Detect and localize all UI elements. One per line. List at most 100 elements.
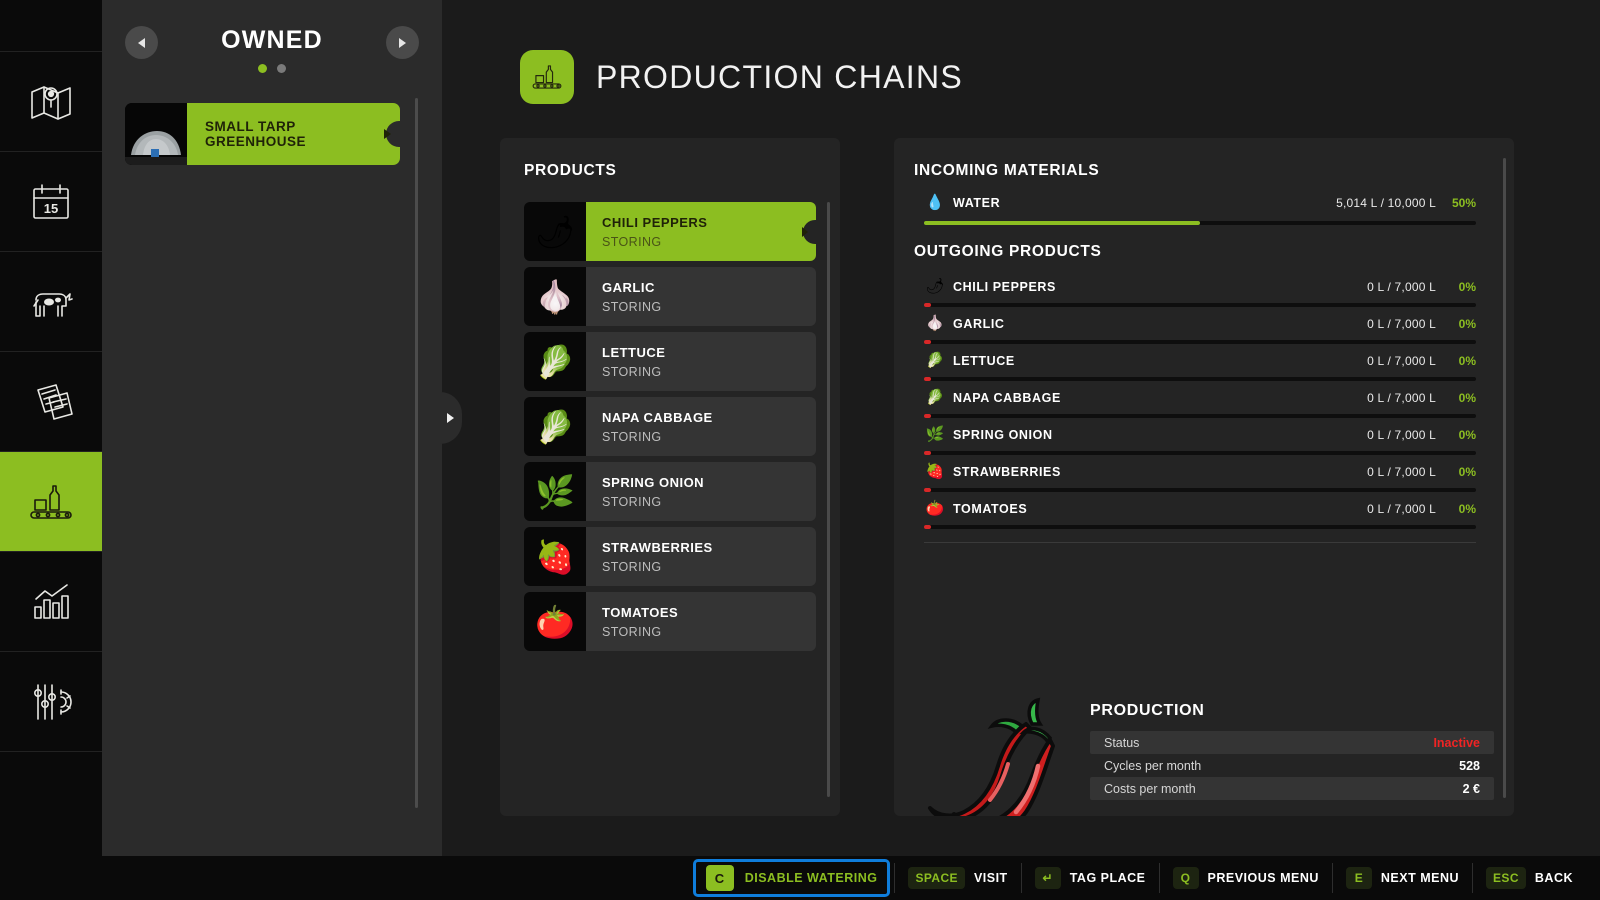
chevron-right-icon	[447, 413, 454, 423]
action-hint[interactable]: Q PREVIOUS MENU	[1159, 863, 1332, 893]
products-panel: PRODUCTS 🌶CHILI PEPPERSSTORING🧄GARLICSTO…	[500, 138, 840, 816]
product-body[interactable]: LETTUCESTORING	[586, 332, 816, 391]
product-body[interactable]: GARLIC STORING	[586, 267, 816, 326]
sidebar-item-statistics[interactable]	[0, 552, 102, 652]
key-badge: SPACE	[908, 867, 964, 889]
action-hint[interactable]: SPACE VISIT	[894, 863, 1020, 893]
product-thumbnail: 🌿	[524, 462, 586, 521]
owned-header: OWNED	[102, 0, 442, 90]
material-value: 0 L / 7,000 L	[1367, 280, 1436, 294]
chevron-right-icon	[384, 129, 391, 139]
chili-peppers-artwork	[914, 694, 1074, 816]
production-info-value: 2 €	[1463, 782, 1480, 796]
cow-icon	[25, 276, 77, 328]
action-hint-label: DISABLE WATERING	[745, 871, 878, 885]
material-icon: 🍅	[924, 501, 946, 516]
owned-place-row[interactable]: SMALL TARP GREENHOUSE	[125, 103, 400, 165]
material-progress-track	[924, 451, 1476, 455]
product-row[interactable]: 🥬LETTUCESTORING	[524, 332, 816, 391]
key-badge: Q	[1173, 867, 1199, 889]
owned-next-button[interactable]	[386, 26, 419, 59]
outgoing-product-row: 🍓STRAWBERRIES0 L / 7,000 L0%	[924, 462, 1476, 492]
material-percent: 0%	[1436, 502, 1476, 516]
action-hint[interactable]: CDISABLE WATERING	[693, 859, 891, 897]
material-progress-track	[924, 414, 1476, 418]
production-info-key: Status	[1104, 736, 1433, 750]
product-name: LETTUCE	[602, 345, 816, 360]
bottom-action-bar: CDISABLE WATERING SPACE VISIT ↵TAG PLACE Q PR…	[0, 856, 1600, 900]
map-icon	[25, 76, 77, 128]
material-progress-track	[924, 488, 1476, 492]
production-info-row: Cycles per month528	[1090, 754, 1494, 777]
material-value: 0 L / 7,000 L	[1367, 317, 1436, 331]
page-header-icon	[520, 50, 574, 104]
action-hint[interactable]: ↵TAG PLACE	[1021, 863, 1159, 893]
chevron-right-icon	[399, 38, 406, 48]
action-hint[interactable]: ENEXT MENU	[1332, 863, 1472, 893]
page-title: PRODUCTION CHAINS	[596, 59, 963, 96]
product-row[interactable]: 🥬NAPA CABBAGESTORING	[524, 397, 816, 456]
product-thumbnail: 🥬	[524, 332, 586, 391]
sidebar-item-contracts[interactable]	[0, 352, 102, 452]
product-row[interactable]: 🌶CHILI PEPPERSSTORING	[524, 202, 816, 261]
product-body[interactable]: NAPA CABBAGESTORING	[586, 397, 816, 456]
product-row[interactable]: 🍅TOMATOESSTORING	[524, 592, 816, 651]
sidebar-item-animals[interactable]	[0, 252, 102, 352]
product-body[interactable]: STRAWBERRIESSTORING	[586, 527, 816, 586]
material-progress-fill	[924, 488, 931, 492]
product-state: STORING	[602, 430, 816, 444]
sidebar-item-map[interactable]	[0, 52, 102, 152]
production-info-value: Inactive	[1433, 736, 1480, 750]
incoming-material-row: 💧WATER5,014 L / 10,000 L50%	[924, 193, 1476, 225]
owned-place-body[interactable]: SMALL TARP GREENHOUSE	[187, 103, 400, 165]
material-icon: 🍓	[924, 464, 946, 479]
product-state: STORING	[602, 300, 816, 314]
product-name: GARLIC	[602, 280, 816, 295]
action-hint-label: NEXT MENU	[1381, 871, 1459, 885]
product-name: CHILI PEPPERS	[602, 215, 816, 230]
material-name: WATER	[953, 196, 1336, 210]
detail-scrollbar[interactable]	[1503, 158, 1506, 798]
material-percent: 0%	[1436, 428, 1476, 442]
chili-illustration	[914, 694, 1074, 816]
material-progress-fill	[924, 340, 931, 344]
sidebar-item-calendar[interactable]: 15	[0, 152, 102, 252]
outgoing-products-label: OUTGOING PRODUCTS	[914, 243, 1102, 261]
product-state: STORING	[602, 235, 816, 249]
product-row[interactable]: 🌿SPRING ONIONSTORING	[524, 462, 816, 521]
action-hint-label: PREVIOUS MENU	[1208, 871, 1319, 885]
products-scrollbar[interactable]	[827, 202, 830, 797]
material-percent: 0%	[1436, 465, 1476, 479]
material-icon: 🌶	[924, 279, 946, 294]
products-list: 🌶CHILI PEPPERSSTORING🧄GARLICSTORING🥬LETT…	[524, 202, 816, 657]
action-hint[interactable]: ESCBACK	[1472, 863, 1586, 893]
product-name: SPRING ONION	[602, 475, 816, 490]
page-dot[interactable]	[258, 64, 267, 73]
sidebar-item-settings[interactable]	[0, 652, 102, 752]
sidebar-item-production-chains[interactable]	[0, 452, 102, 552]
material-value: 0 L / 7,000 L	[1367, 465, 1436, 479]
product-row[interactable]: 🧄GARLICSTORING	[524, 267, 816, 326]
material-progress-track	[924, 525, 1476, 529]
production-label: PRODUCTION	[1090, 702, 1494, 720]
product-body[interactable]: TOMATOESSTORING	[586, 592, 816, 651]
action-hint-label: VISIT	[974, 871, 1008, 885]
page-dot[interactable]	[277, 64, 286, 73]
chevron-right-icon	[802, 227, 808, 237]
material-value: 5,014 L / 10,000 L	[1336, 196, 1436, 210]
production-info-row: StatusInactive	[1090, 731, 1494, 754]
material-progress-fill	[924, 414, 931, 418]
owned-scrollbar[interactable]	[415, 98, 418, 808]
material-value: 0 L / 7,000 L	[1367, 391, 1436, 405]
material-icon: 🧄	[924, 316, 946, 331]
material-icon: 🥬	[924, 390, 946, 405]
outgoing-product-row: 🥬LETTUCE0 L / 7,000 L0%	[924, 351, 1476, 381]
production-info-value: 528	[1459, 759, 1480, 773]
product-name: STRAWBERRIES	[602, 540, 816, 555]
product-thumbnail: 🥬	[524, 397, 586, 456]
product-body[interactable]: CHILI PEPPERS STORING	[586, 202, 816, 261]
product-body[interactable]: SPRING ONIONSTORING	[586, 462, 816, 521]
product-row[interactable]: 🍓STRAWBERRIESSTORING	[524, 527, 816, 586]
svg-text:15: 15	[44, 201, 58, 216]
owned-place-name: SMALL TARP GREENHOUSE	[205, 119, 400, 149]
